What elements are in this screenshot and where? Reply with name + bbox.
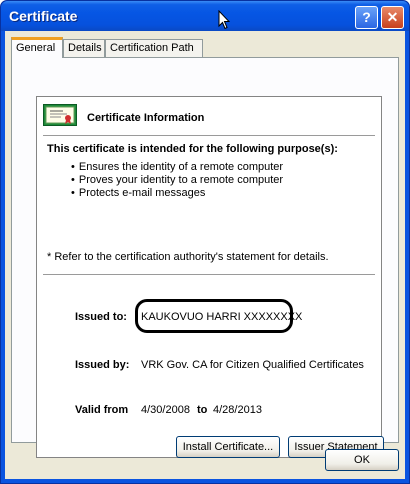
issued-by-value: VRK Gov. CA for Citizen Qualified Certif…: [141, 359, 364, 371]
tab-details-label: Details: [68, 42, 102, 54]
mouse-cursor-icon: [218, 10, 230, 30]
title-bar[interactable]: Certificate ? ✕: [1, 1, 409, 31]
purpose-item: Ensures the identity of a remote compute…: [71, 161, 283, 174]
divider: [43, 274, 375, 275]
tab-details[interactable]: Details: [63, 39, 105, 57]
valid-to-value: 4/28/2013: [213, 404, 262, 416]
ok-button[interactable]: OK: [325, 449, 399, 471]
issued-by-label: Issued by:: [75, 359, 130, 371]
tab-general-label: General: [16, 42, 56, 54]
certificate-window: Certificate ? ✕ General Details Certific…: [0, 0, 410, 484]
certificate-info-box: Certificate Information This certificate…: [36, 96, 382, 458]
certificate-information-heading: Certificate Information: [87, 112, 205, 124]
close-button[interactable]: ✕: [381, 6, 404, 29]
general-tab-panel: Certificate Information This certificate…: [11, 57, 399, 458]
issued-to-label: Issued to:: [75, 311, 127, 323]
help-icon: ?: [362, 9, 371, 25]
help-button[interactable]: ?: [355, 6, 378, 29]
purpose-item: Proves your identity to a remote compute…: [71, 174, 283, 187]
certificate-icon: [43, 104, 77, 126]
close-icon: ✕: [386, 9, 399, 25]
window-title: Certificate: [9, 8, 78, 24]
divider: [43, 135, 375, 136]
install-certificate-button[interactable]: Install Certificate...: [176, 436, 280, 458]
valid-to-label: to: [197, 404, 208, 416]
purpose-list: Ensures the identity of a remote compute…: [71, 161, 283, 200]
purpose-item: Protects e-mail messages: [71, 187, 283, 200]
tab-general[interactable]: General: [11, 37, 63, 58]
valid-from-value: 4/30/2008: [141, 404, 190, 416]
dialog-client-area: General Details Certification Path Certi…: [5, 31, 405, 479]
highlight-circle: [135, 299, 293, 333]
tab-certification-path[interactable]: Certification Path: [105, 39, 203, 57]
purpose-heading: This certificate is intended for the fol…: [47, 143, 338, 155]
refer-note: * Refer to the certification authority's…: [47, 251, 329, 263]
tab-certification-path-label: Certification Path: [110, 42, 194, 54]
valid-from-label: Valid from: [75, 404, 129, 416]
